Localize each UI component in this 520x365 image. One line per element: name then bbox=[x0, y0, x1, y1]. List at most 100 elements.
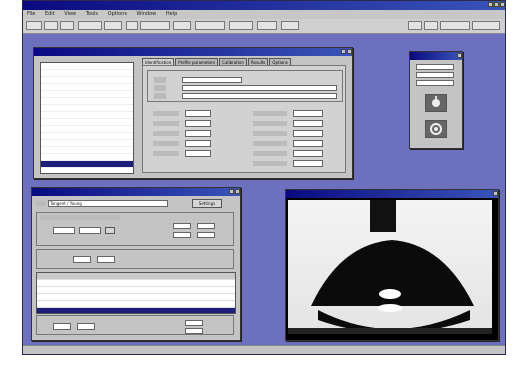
palette-field-3[interactable] bbox=[416, 80, 454, 86]
table-row[interactable] bbox=[37, 280, 235, 287]
palette-field-1[interactable] bbox=[416, 64, 454, 70]
param-field-3[interactable] bbox=[185, 130, 211, 137]
baseline-button[interactable] bbox=[105, 227, 115, 234]
list-item[interactable] bbox=[41, 112, 133, 119]
param-field-4[interactable] bbox=[185, 140, 211, 147]
toolbar-button-8[interactable] bbox=[257, 21, 277, 30]
toolbar-button-2[interactable] bbox=[104, 21, 122, 30]
table-row[interactable] bbox=[37, 287, 235, 294]
pipette-tool-button[interactable] bbox=[425, 94, 447, 112]
toolbar-button-5[interactable] bbox=[173, 21, 191, 30]
toolbar-button-11[interactable] bbox=[424, 21, 438, 30]
results-table[interactable] bbox=[36, 272, 236, 314]
baseline-field-1[interactable] bbox=[53, 227, 75, 234]
measurement-list[interactable] bbox=[40, 62, 134, 174]
baseline-group-label bbox=[40, 215, 120, 220]
toolbar-button-6[interactable] bbox=[195, 21, 225, 30]
palette-field-2[interactable] bbox=[416, 72, 454, 78]
param-field-8[interactable] bbox=[293, 130, 323, 137]
list-item[interactable] bbox=[41, 168, 133, 173]
maximize-button[interactable] bbox=[494, 2, 499, 7]
bottom-field-3[interactable] bbox=[185, 320, 203, 326]
tool-palette-window bbox=[409, 51, 463, 149]
toolbar-button-1[interactable] bbox=[78, 21, 102, 30]
app-titlebar bbox=[23, 1, 505, 10]
menu-options[interactable]: Options bbox=[108, 11, 127, 17]
table-cell bbox=[37, 308, 72, 313]
profile-window-minimize[interactable] bbox=[341, 49, 346, 54]
table-row[interactable] bbox=[37, 294, 235, 301]
baseline-field-6[interactable] bbox=[197, 232, 215, 238]
identification-field-1[interactable] bbox=[182, 77, 242, 83]
method-select[interactable]: Tangent / Young bbox=[48, 200, 168, 207]
contact-field-2[interactable] bbox=[97, 256, 115, 263]
close-button[interactable] bbox=[500, 2, 505, 7]
list-item[interactable] bbox=[41, 77, 133, 84]
list-item[interactable] bbox=[41, 70, 133, 77]
list-item[interactable] bbox=[41, 161, 133, 168]
menu-edit[interactable]: Edit bbox=[45, 11, 55, 17]
drop-image-close[interactable] bbox=[493, 191, 498, 196]
list-item[interactable] bbox=[41, 98, 133, 105]
toolbar-button-12[interactable] bbox=[440, 21, 470, 30]
table-header-row[interactable] bbox=[37, 273, 235, 280]
param-field-11[interactable] bbox=[293, 160, 323, 167]
tool-palette-close[interactable] bbox=[457, 53, 462, 58]
analysis-window-minimize[interactable] bbox=[229, 189, 234, 194]
table-row[interactable] bbox=[37, 301, 235, 308]
bottom-field-2[interactable] bbox=[77, 323, 95, 330]
baseline-field-3[interactable] bbox=[173, 223, 191, 229]
identification-field-2[interactable] bbox=[182, 85, 337, 91]
toolbar-button-13[interactable] bbox=[472, 21, 500, 30]
list-item[interactable] bbox=[41, 133, 133, 140]
list-item[interactable] bbox=[41, 126, 133, 133]
toolbar-button-new[interactable] bbox=[26, 21, 42, 30]
baseline-field-2[interactable] bbox=[79, 227, 101, 234]
menu-view[interactable]: View bbox=[64, 11, 76, 17]
param-field-5[interactable] bbox=[185, 150, 211, 157]
settings-button[interactable]: Settings bbox=[192, 199, 222, 208]
table-cell bbox=[194, 287, 235, 293]
menu-file[interactable]: File bbox=[27, 11, 35, 17]
list-item[interactable] bbox=[41, 119, 133, 126]
profile-parameters-window: Identification Profile parameters Calibr… bbox=[33, 47, 353, 179]
param-field-10[interactable] bbox=[293, 150, 323, 157]
menu-window[interactable]: Window bbox=[137, 11, 157, 17]
toolbar-button-9[interactable] bbox=[281, 21, 299, 30]
list-item[interactable] bbox=[41, 91, 133, 98]
analysis-window-close[interactable] bbox=[235, 189, 240, 194]
table-row[interactable] bbox=[37, 308, 235, 313]
toolbar-button-10[interactable] bbox=[408, 21, 422, 30]
param-field-6[interactable] bbox=[293, 110, 323, 117]
bottom-field-4[interactable] bbox=[185, 328, 203, 334]
param-field-9[interactable] bbox=[293, 140, 323, 147]
param-field-7[interactable] bbox=[293, 120, 323, 127]
toolbar-button-4[interactable] bbox=[140, 21, 170, 30]
table-cell bbox=[153, 273, 194, 279]
param-field-2[interactable] bbox=[185, 120, 211, 127]
table-cell bbox=[194, 280, 235, 286]
toolbar-button-7[interactable] bbox=[229, 21, 253, 30]
menu-tools[interactable]: Tools bbox=[86, 11, 98, 17]
list-item[interactable] bbox=[41, 84, 133, 91]
menu-help[interactable]: Help bbox=[166, 11, 177, 17]
param-field-1[interactable] bbox=[185, 110, 211, 117]
toolbar-button-3[interactable] bbox=[126, 21, 138, 30]
toolbar-button-open[interactable] bbox=[44, 21, 58, 30]
profile-window-close[interactable] bbox=[347, 49, 352, 54]
camera-tool-button[interactable] bbox=[425, 120, 447, 138]
baseline-field-4[interactable] bbox=[197, 223, 215, 229]
contact-field-1[interactable] bbox=[73, 256, 91, 263]
toolbar-button-save[interactable] bbox=[60, 21, 74, 30]
list-item[interactable] bbox=[41, 105, 133, 112]
list-item[interactable] bbox=[41, 147, 133, 154]
toolbar bbox=[23, 19, 505, 34]
contact-angle-group bbox=[36, 249, 234, 269]
identification-field-3[interactable] bbox=[182, 93, 337, 99]
minimize-button[interactable] bbox=[488, 2, 493, 7]
bottom-field-1[interactable] bbox=[53, 323, 71, 330]
list-item[interactable] bbox=[41, 140, 133, 147]
list-item[interactable] bbox=[41, 154, 133, 161]
list-item[interactable] bbox=[41, 63, 133, 70]
baseline-field-5[interactable] bbox=[173, 232, 191, 238]
